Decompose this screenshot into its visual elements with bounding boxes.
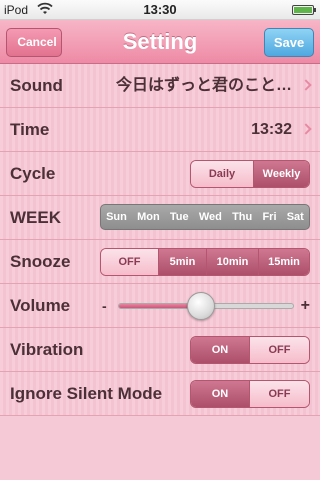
cycle-label: Cycle [10, 164, 56, 183]
ignore-silent-row: Ignore Silent Mode ON OFF [0, 372, 320, 416]
cycle-option-daily[interactable]: Daily [191, 161, 253, 187]
status-time: 13:30 [143, 2, 177, 17]
week-label: WEEK [10, 208, 61, 227]
ignore-silent-option-on[interactable]: ON [191, 381, 249, 407]
cycle-row: Cycle Daily Weekly [0, 152, 320, 196]
day-sat[interactable]: Sat [287, 211, 304, 223]
day-tue[interactable]: Tue [170, 211, 189, 223]
volume-min-label: - [102, 298, 107, 314]
cancel-button[interactable]: Cancel [6, 28, 62, 57]
snooze-row: Snooze OFF 5min 10min 15min [0, 240, 320, 284]
sound-value: 今日はずっと君のこと… [115, 77, 292, 94]
cycle-option-weekly[interactable]: Weekly [253, 161, 309, 187]
snooze-segmented-control: OFF 5min 10min 15min [100, 248, 310, 276]
day-wed[interactable]: Wed [199, 211, 222, 223]
sound-row[interactable]: Sound 今日はずっと君のこと… [0, 64, 320, 108]
snooze-option-15min[interactable]: 15min [258, 249, 309, 275]
vibration-label: Vibration [10, 340, 84, 359]
day-fri[interactable]: Fri [262, 211, 276, 223]
week-row: WEEK Sun Mon Tue Wed Thu Fri Sat [0, 196, 320, 240]
volume-row: Volume - + [0, 284, 320, 328]
volume-max-label: + [300, 297, 310, 314]
chevron-right-icon [300, 123, 312, 135]
navigation-bar: Setting Cancel Save [0, 20, 320, 64]
vibration-row: Vibration ON OFF [0, 328, 320, 372]
snooze-option-10min[interactable]: 10min [206, 249, 258, 275]
cycle-segmented-control: Daily Weekly [190, 160, 310, 188]
snooze-label: Snooze [10, 252, 71, 271]
ignore-silent-toggle: ON OFF [190, 380, 310, 408]
day-sun[interactable]: Sun [106, 211, 127, 223]
snooze-option-5min[interactable]: 5min [158, 249, 206, 275]
weekday-selector: Sun Mon Tue Wed Thu Fri Sat [100, 204, 310, 230]
ignore-silent-option-off[interactable]: OFF [249, 381, 309, 407]
status-bar: iPod 13:30 [0, 0, 320, 20]
time-label: Time [10, 120, 50, 139]
snooze-option-off[interactable]: OFF [101, 249, 158, 275]
chevron-right-icon [300, 79, 312, 91]
ignore-silent-label: Ignore Silent Mode [10, 384, 163, 403]
day-mon[interactable]: Mon [137, 211, 160, 223]
volume-slider-thumb[interactable] [186, 292, 215, 320]
vibration-option-off[interactable]: OFF [249, 337, 309, 363]
cancel-label: Cancel [17, 35, 57, 49]
save-button[interactable]: Save [264, 28, 314, 57]
battery-icon [292, 5, 316, 15]
day-thu[interactable]: Thu [232, 211, 252, 223]
vibration-option-on[interactable]: ON [191, 337, 249, 363]
time-row[interactable]: Time 13:32 [0, 108, 320, 152]
sound-label: Sound [10, 76, 63, 95]
vibration-toggle: ON OFF [190, 336, 310, 364]
volume-label: Volume [10, 296, 71, 315]
time-value: 13:32 [251, 121, 292, 138]
settings-list: Sound 今日はずっと君のこと… Time 13:32 Cycle Daily… [0, 64, 320, 416]
